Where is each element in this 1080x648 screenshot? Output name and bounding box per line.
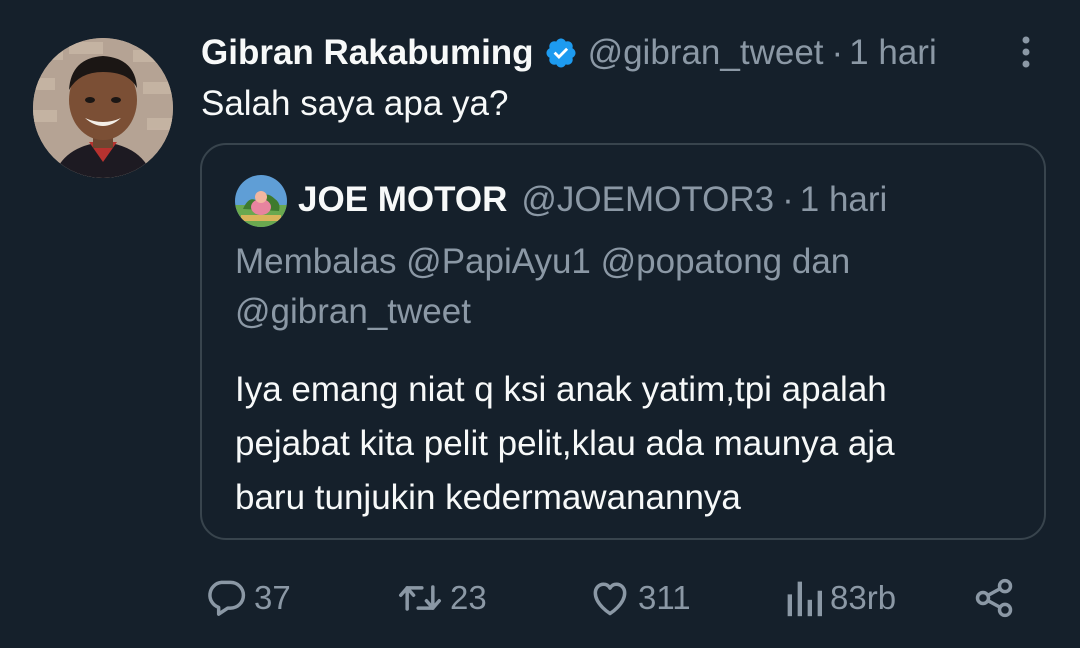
views-chart-icon xyxy=(784,576,824,620)
quoted-text-line: Iya emang niat q ksi anak yatim,tpi apal… xyxy=(235,370,887,409)
quoted-text-line: baru tunjukin kedermawanannya xyxy=(235,478,741,517)
quoted-header: JOE MOTOR @JOEMOTOR3 · 1 hari xyxy=(298,177,887,223)
like-count: 311 xyxy=(638,579,691,616)
reply-count: 37 xyxy=(254,579,291,616)
more-vertical-icon[interactable] xyxy=(1008,32,1044,72)
quoted-tweet[interactable]: JOE MOTOR @JOEMOTOR3 · 1 hari Membalas @… xyxy=(200,143,1046,540)
retweet-count: 23 xyxy=(450,579,487,616)
quoted-author-avatar[interactable] xyxy=(235,175,287,227)
tweet-timestamp[interactable]: 1 hari xyxy=(849,33,937,73)
action-bar: 37 23 311 83rb xyxy=(0,570,1080,626)
tweet-header: Gibran Rakabuming @gibran_tweet · 1 hari xyxy=(201,30,937,76)
views-count: 83rb xyxy=(830,579,897,616)
heart-icon xyxy=(588,576,632,620)
replying-to: Membalas @PapiAyu1 @popatong dan @gibran… xyxy=(235,237,1015,337)
replying-to-line: Membalas @PapiAyu1 @popatong dan xyxy=(235,242,851,281)
retweet-button[interactable]: 23 xyxy=(396,570,487,626)
reply-button[interactable]: 37 xyxy=(204,570,291,626)
quoted-timestamp[interactable]: 1 hari xyxy=(800,180,888,220)
author-avatar-image xyxy=(33,38,173,178)
verified-badge-icon xyxy=(544,36,578,70)
quoted-text: Iya emang niat q ksi anak yatim,tpi apal… xyxy=(235,363,1035,525)
quoted-author-handle[interactable]: @JOEMOTOR3 xyxy=(521,180,774,220)
author-name[interactable]: Gibran Rakabuming xyxy=(201,33,534,73)
retweet-icon xyxy=(396,576,444,620)
quoted-separator-dot: · xyxy=(782,180,794,219)
tweet[interactable]: Gibran Rakabuming @gibran_tweet · 1 hari… xyxy=(0,0,1080,648)
share-icon xyxy=(972,576,1016,620)
author-avatar[interactable] xyxy=(33,38,173,178)
like-button[interactable]: 311 xyxy=(588,570,691,626)
separator-dot: · xyxy=(831,33,844,72)
quoted-text-line: pejabat kita pelit pelit,klau ada maunya… xyxy=(235,424,895,463)
reply-icon xyxy=(204,576,248,620)
views-button[interactable]: 83rb xyxy=(784,570,896,626)
quoted-avatar-image xyxy=(235,175,287,227)
tweet-text: Salah saya apa ya? xyxy=(201,84,509,123)
replying-to-line: @gibran_tweet xyxy=(235,292,471,331)
author-handle[interactable]: @gibran_tweet xyxy=(588,33,824,73)
share-button[interactable] xyxy=(972,570,1016,626)
quoted-author-name[interactable]: JOE MOTOR xyxy=(298,180,507,220)
